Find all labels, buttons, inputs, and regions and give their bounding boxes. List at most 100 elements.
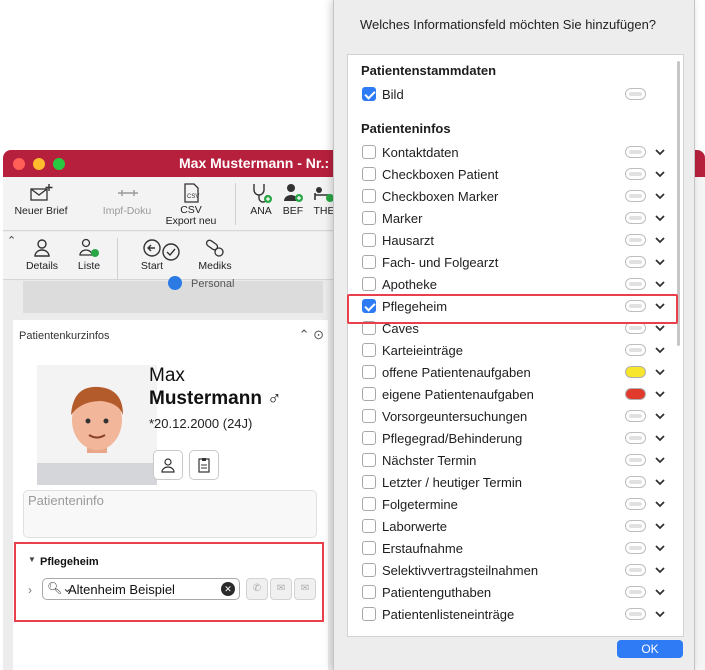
field-option-row[interactable]: Bild xyxy=(348,83,676,105)
field-option-row[interactable]: Patientenguthaben xyxy=(348,581,676,603)
field-option-row[interactable]: Nächster Termin xyxy=(348,449,676,471)
chevron-down-icon[interactable] xyxy=(653,497,667,511)
color-marker-pill[interactable] xyxy=(625,520,646,532)
chevron-down-icon[interactable] xyxy=(653,585,667,599)
field-checkbox[interactable] xyxy=(362,365,376,379)
field-option-row[interactable]: Marker xyxy=(348,207,676,229)
pflegeheim-search-field[interactable]: 🔍︎⌄ Altenheim Beispiel ✕ xyxy=(42,578,240,600)
color-marker-pill[interactable] xyxy=(625,410,646,422)
field-checkbox[interactable] xyxy=(362,343,376,357)
color-marker-pill[interactable] xyxy=(625,388,646,400)
check-button[interactable] xyxy=(159,240,183,264)
color-marker-pill[interactable] xyxy=(625,454,646,466)
chevron-down-icon[interactable] xyxy=(653,255,667,269)
chevron-down-icon[interactable] xyxy=(653,475,667,489)
field-checkbox[interactable] xyxy=(362,541,376,555)
color-marker-pill[interactable] xyxy=(625,476,646,488)
color-marker-pill[interactable] xyxy=(625,212,646,224)
field-checkbox[interactable] xyxy=(362,607,376,621)
close-window-button[interactable] xyxy=(13,158,25,170)
field-option-row[interactable]: Kontaktdaten xyxy=(348,141,676,163)
field-option-row[interactable]: Pflegegrad/Behinderung xyxy=(348,427,676,449)
collapse-icon[interactable]: ⌃ xyxy=(7,234,16,247)
chevron-down-icon[interactable] xyxy=(653,145,667,159)
chevron-down-icon[interactable] xyxy=(653,409,667,423)
chevron-down-icon[interactable] xyxy=(653,563,667,577)
neuer-brief-button[interactable]: Neuer Brief xyxy=(13,181,69,217)
chevron-down-icon[interactable] xyxy=(653,211,667,225)
field-checkbox[interactable] xyxy=(362,233,376,247)
color-marker-pill[interactable] xyxy=(625,564,646,576)
field-checkbox[interactable] xyxy=(362,409,376,423)
color-marker-pill[interactable] xyxy=(625,542,646,554)
expand-chevron-icon[interactable]: › xyxy=(28,583,32,597)
field-checkbox[interactable] xyxy=(362,167,376,181)
patient-details-button[interactable] xyxy=(153,450,183,480)
color-marker-pill[interactable] xyxy=(625,608,646,620)
field-option-row[interactable]: Karteieinträge xyxy=(348,339,676,361)
field-checkbox[interactable] xyxy=(362,431,376,445)
field-option-row[interactable]: Fach- und Folgearzt xyxy=(348,251,676,273)
field-checkbox[interactable] xyxy=(362,519,376,533)
csv-export-button[interactable]: CSV CSV Export neu xyxy=(163,181,219,227)
clipboard-button[interactable] xyxy=(189,450,219,480)
phone-button[interactable]: ✆ xyxy=(246,578,268,600)
zoom-window-button[interactable] xyxy=(53,158,65,170)
field-checkbox[interactable] xyxy=(362,585,376,599)
mediks-button[interactable]: Mediks xyxy=(193,236,237,272)
color-marker-pill[interactable] xyxy=(625,278,646,290)
field-option-row[interactable]: offene Patientenaufgaben xyxy=(348,361,676,383)
color-marker-pill[interactable] xyxy=(625,168,646,180)
chevron-down-icon[interactable] xyxy=(653,541,667,555)
email-alt-button[interactable]: ✉ xyxy=(294,578,316,600)
field-option-row[interactable]: Letzter / heutiger Termin xyxy=(348,471,676,493)
field-option-row[interactable]: Laborwerte xyxy=(348,515,676,537)
field-checkbox[interactable] xyxy=(362,211,376,225)
impf-doku-button[interactable]: Impf-Doku xyxy=(97,181,157,217)
patient-info-field[interactable]: Patienteninfo xyxy=(23,490,317,538)
field-checkbox[interactable] xyxy=(362,453,376,467)
field-option-row[interactable]: Checkboxen Patient xyxy=(348,163,676,185)
field-option-row[interactable]: Hausarzt xyxy=(348,229,676,251)
clear-icon[interactable]: ✕ xyxy=(221,582,235,596)
color-marker-pill[interactable] xyxy=(625,88,646,100)
color-marker-pill[interactable] xyxy=(625,256,646,268)
chevron-down-icon[interactable] xyxy=(653,189,667,203)
field-checkbox[interactable] xyxy=(362,475,376,489)
panel-options-icon[interactable]: ⌃ ⊙ xyxy=(299,327,324,343)
field-checkbox[interactable] xyxy=(362,145,376,159)
ok-button[interactable]: OK xyxy=(617,640,683,658)
chevron-down-icon[interactable] xyxy=(653,519,667,533)
chevron-down-icon[interactable] xyxy=(653,607,667,621)
field-option-row[interactable]: Patientenlisteneinträge xyxy=(348,603,676,625)
color-marker-pill[interactable] xyxy=(625,234,646,246)
chevron-down-icon[interactable] xyxy=(653,277,667,291)
field-option-row[interactable]: Folgetermine xyxy=(348,493,676,515)
field-option-row[interactable]: Apotheke xyxy=(348,273,676,295)
chevron-down-icon[interactable] xyxy=(653,365,667,379)
details-button[interactable]: Details xyxy=(21,236,63,272)
bef-button[interactable]: BEF xyxy=(280,181,306,217)
color-marker-pill[interactable] xyxy=(625,146,646,158)
color-marker-pill[interactable] xyxy=(625,586,646,598)
field-checkbox[interactable] xyxy=(362,189,376,203)
chevron-down-icon[interactable] xyxy=(653,453,667,467)
chevron-down-icon[interactable] xyxy=(653,167,667,181)
liste-button[interactable]: Liste xyxy=(69,236,109,272)
ana-button[interactable]: ANA xyxy=(246,181,276,217)
field-option-row[interactable]: Selektivvertragsteilnahmen xyxy=(348,559,676,581)
email-button[interactable]: ✉ xyxy=(270,578,292,600)
field-option-row[interactable]: Checkboxen Marker xyxy=(348,185,676,207)
field-checkbox[interactable] xyxy=(362,277,376,291)
field-checkbox[interactable] xyxy=(362,387,376,401)
minimize-window-button[interactable] xyxy=(33,158,45,170)
chevron-down-icon[interactable] xyxy=(653,343,667,357)
field-checkbox[interactable] xyxy=(362,87,376,101)
chevron-down-icon[interactable] xyxy=(653,233,667,247)
chevron-down-icon[interactable] xyxy=(653,387,667,401)
color-marker-pill[interactable] xyxy=(625,366,646,378)
field-option-row[interactable]: Vorsorgeuntersuchungen xyxy=(348,405,676,427)
info-field-list[interactable]: Patientenstammdaten Bild Patienteninfos Kon… xyxy=(347,54,684,637)
color-marker-pill[interactable] xyxy=(625,498,646,510)
field-checkbox[interactable] xyxy=(362,497,376,511)
